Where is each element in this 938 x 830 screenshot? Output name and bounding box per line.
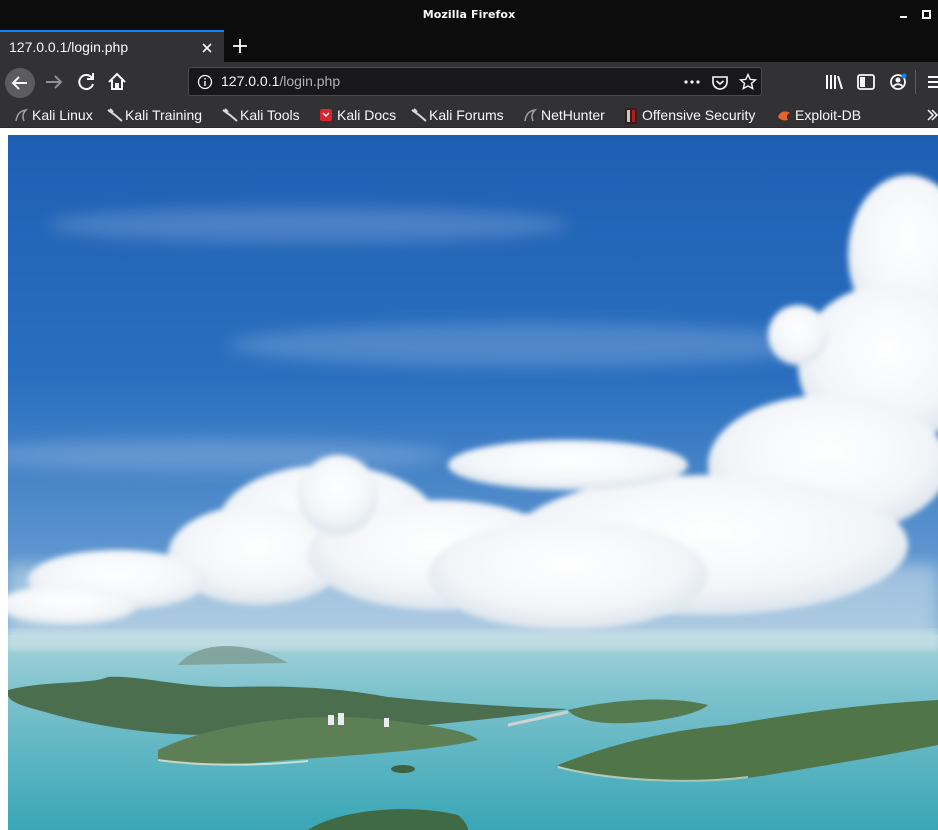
url-bar[interactable]: 127.0.0.1/login.php [188, 67, 762, 96]
bookmark-label: Kali Training [125, 107, 203, 123]
exploit-db-icon [777, 108, 791, 122]
kali-docs-icon [319, 108, 333, 122]
kali-dragon-icon [222, 108, 238, 122]
bookmark-kali-linux[interactable]: Kali Linux [14, 105, 93, 125]
bookmark-star-icon[interactable] [738, 72, 758, 91]
navigation-toolbar: 127.0.0.1/login.php [0, 62, 938, 102]
new-tab-icon[interactable] [230, 36, 250, 56]
bookmark-label: Kali Forums [429, 107, 504, 123]
menu-icon[interactable] [920, 68, 938, 96]
bookmark-offensive-security[interactable]: Offensive Security [624, 105, 755, 125]
url-text[interactable]: 127.0.0.1/login.php [221, 73, 340, 89]
kali-dragon-icon [411, 108, 427, 122]
bookmark-exploit-db[interactable]: Exploit-DB [777, 105, 861, 125]
bookmark-label: Kali Linux [32, 107, 93, 123]
tab-strip: 127.0.0.1/login.php [0, 30, 938, 62]
reload-button[interactable] [72, 68, 100, 96]
library-icon[interactable] [820, 68, 848, 96]
tab-title: 127.0.0.1/login.php [9, 39, 129, 55]
pocket-icon[interactable] [711, 73, 729, 91]
bookmark-kali-tools[interactable]: Kali Tools [222, 105, 300, 125]
info-icon[interactable] [197, 74, 213, 90]
bookmark-kali-docs[interactable]: Kali Docs [319, 105, 396, 125]
kali-dragon-icon [14, 108, 29, 122]
page-background-image [8, 135, 938, 830]
minimize-icon[interactable] [898, 8, 910, 20]
bookmark-kali-forums[interactable]: Kali Forums [411, 105, 504, 125]
close-tab-icon[interactable] [200, 41, 214, 55]
url-path: /login.php [279, 73, 341, 89]
account-icon[interactable] [884, 68, 912, 96]
bookmark-label: Kali Tools [240, 107, 300, 123]
maximize-icon[interactable] [920, 8, 932, 20]
toolbar-separator [915, 70, 916, 94]
bookmarks-toolbar: Kali Linux Kali Training Kali Tools Kali… [0, 102, 938, 128]
bookmark-nethunter[interactable]: NetHunter [523, 105, 605, 125]
home-button[interactable] [103, 68, 131, 96]
offsec-icon [624, 108, 638, 124]
bookmark-kali-training[interactable]: Kali Training [107, 105, 202, 125]
bookmark-label: NetHunter [541, 107, 605, 123]
window-titlebar: Mozilla Firefox [0, 0, 938, 30]
tab-login[interactable]: 127.0.0.1/login.php [0, 30, 224, 62]
page-actions-icon[interactable] [683, 73, 701, 91]
sidebar-icon[interactable] [852, 68, 880, 96]
kali-dragon-icon [107, 108, 123, 122]
bookmark-label: Kali Docs [337, 107, 397, 123]
window-title: Mozilla Firefox [422, 8, 516, 21]
forward-button[interactable] [40, 68, 68, 96]
bookmark-label: Offensive Security [642, 107, 756, 123]
back-button[interactable] [5, 68, 35, 98]
bookmarks-overflow-icon[interactable] [927, 107, 938, 123]
url-host: 127.0.0.1 [221, 73, 280, 89]
nethunter-icon [523, 108, 538, 122]
bookmark-label: Exploit-DB [795, 107, 862, 123]
